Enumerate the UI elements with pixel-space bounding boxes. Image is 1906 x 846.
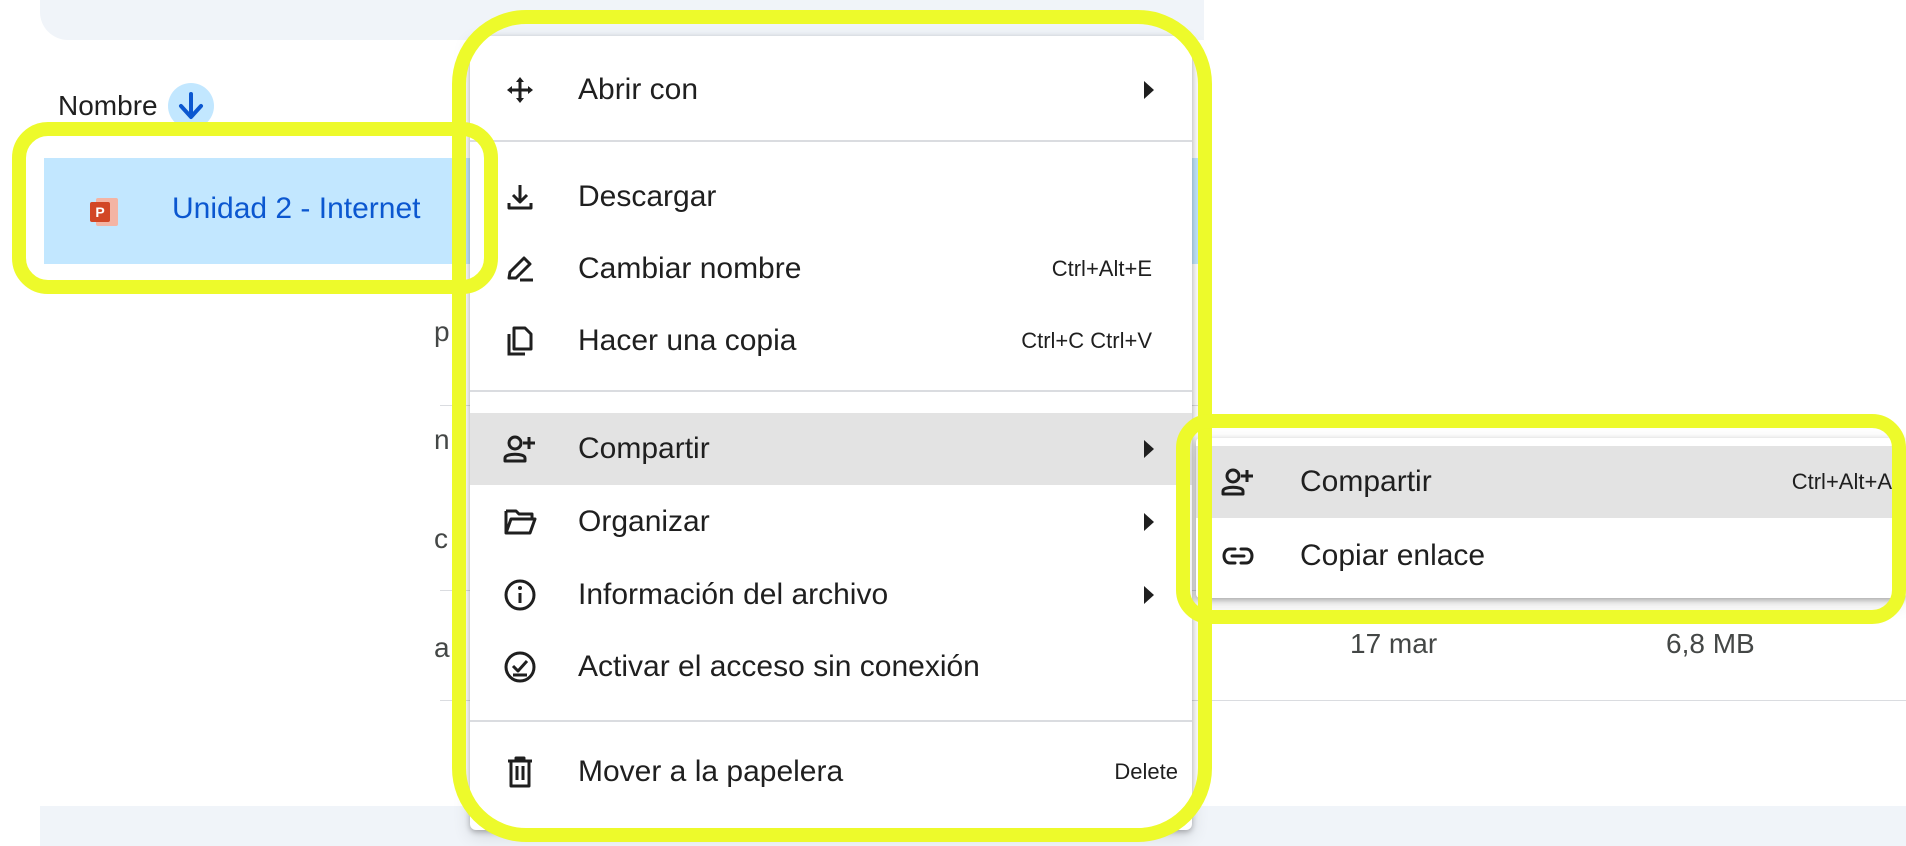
offline-icon <box>500 647 540 687</box>
open-with-icon <box>500 70 540 110</box>
menu-item-offline-access[interactable]: Activar el acceso sin conexión <box>470 631 1192 703</box>
menu-item-label: Información del archivo <box>578 578 889 611</box>
submenu-item-copy-link[interactable]: Copiar enlace <box>1196 520 1906 592</box>
menu-item-download[interactable]: Descargar <box>470 161 1192 233</box>
top-bar <box>40 0 1204 40</box>
row-name-fragment: a <box>434 632 450 663</box>
submenu-item-label: Compartir <box>1300 465 1432 498</box>
row-file-size: 6,8 MB <box>1666 628 1755 659</box>
row-name-fragment: p <box>434 316 450 347</box>
submenu-arrow-icon <box>1144 440 1154 458</box>
share-icon <box>500 429 540 469</box>
share-icon <box>1218 462 1258 502</box>
menu-item-shortcut: Delete <box>1114 759 1178 784</box>
download-icon <box>500 177 540 217</box>
menu-divider <box>470 390 1192 392</box>
rename-icon <box>500 249 540 289</box>
menu-item-make-copy[interactable]: Hacer una copia Ctrl+C Ctrl+V <box>470 305 1192 377</box>
copy-icon <box>500 321 540 361</box>
share-submenu: Compartir Ctrl+Alt+A Copiar enlace <box>1196 438 1906 598</box>
menu-item-label: Activar el acceso sin conexión <box>578 650 980 683</box>
info-icon <box>500 575 540 615</box>
column-header-label: Nombre <box>58 90 158 121</box>
menu-item-label: Organizar <box>578 505 710 538</box>
context-menu: Abrir con Descargar Cambiar nombre Ctrl+… <box>470 36 1192 830</box>
powerpoint-file-icon: P <box>88 196 120 233</box>
link-icon <box>1218 536 1258 576</box>
row-name-fragment: c <box>434 523 448 554</box>
submenu-item-share[interactable]: Compartir Ctrl+Alt+A <box>1196 446 1906 518</box>
menu-item-label: Descargar <box>578 180 717 213</box>
menu-item-share[interactable]: Compartir <box>470 413 1192 485</box>
submenu-arrow-icon <box>1144 81 1154 99</box>
submenu-item-shortcut: Ctrl+Alt+A <box>1791 469 1892 494</box>
menu-item-organize[interactable]: Organizar <box>470 486 1192 558</box>
trash-icon <box>500 752 540 792</box>
file-name[interactable]: Unidad 2 - Internet <box>172 192 420 226</box>
menu-item-file-info[interactable]: Información del archivo <box>470 559 1192 631</box>
menu-item-open-with[interactable]: Abrir con <box>470 54 1192 126</box>
menu-item-label: Hacer una copia <box>578 324 797 357</box>
submenu-item-label: Copiar enlace <box>1300 539 1486 572</box>
menu-item-move-to-trash[interactable]: Mover a la papelera Delete <box>470 736 1192 808</box>
sort-arrow-down-icon[interactable] <box>167 83 214 129</box>
menu-item-shortcut: Ctrl+Alt+E <box>1051 256 1152 281</box>
column-header-name[interactable]: Nombre <box>58 83 214 129</box>
menu-divider <box>470 140 1192 142</box>
menu-item-label: Compartir <box>578 432 710 465</box>
menu-item-shortcut: Ctrl+C Ctrl+V <box>1021 328 1152 353</box>
submenu-arrow-icon <box>1144 513 1154 531</box>
menu-divider <box>470 720 1192 722</box>
menu-item-label: Cambiar nombre <box>578 252 802 285</box>
svg-text:P: P <box>95 204 104 220</box>
menu-item-rename[interactable]: Cambiar nombre Ctrl+Alt+E <box>470 233 1192 305</box>
menu-item-label: Abrir con <box>578 73 699 106</box>
folder-icon <box>500 502 540 542</box>
submenu-arrow-icon <box>1144 586 1154 604</box>
menu-item-label: Mover a la papelera <box>578 755 844 788</box>
row-name-fragment: n <box>434 424 450 455</box>
row-modified-date: 17 mar <box>1350 628 1438 659</box>
